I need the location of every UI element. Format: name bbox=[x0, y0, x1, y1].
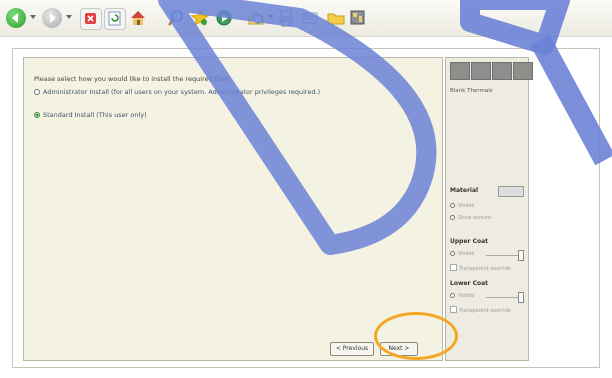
favorites-icon[interactable] bbox=[190, 8, 210, 28]
material-label: Material bbox=[450, 187, 479, 194]
admin-install-radio[interactable] bbox=[34, 89, 40, 95]
side-caption: Blank Thermals bbox=[450, 88, 493, 94]
install-options-panel: Please select how you would like to inst… bbox=[23, 57, 443, 361]
lower-visible-option[interactable]: Visible bbox=[450, 293, 474, 299]
upper-coat-slider[interactable] bbox=[486, 255, 522, 256]
settings-side-panel: Blank Thermals Material Visible Show tex… bbox=[445, 57, 533, 361]
history-icon[interactable] bbox=[246, 8, 266, 28]
history-dropdown-icon[interactable] bbox=[268, 15, 274, 19]
admin-install-option[interactable]: Administrator Install (for all users on … bbox=[34, 88, 320, 96]
annotation-ring bbox=[374, 312, 458, 360]
upper-transparent-option[interactable]: Transparent override bbox=[450, 264, 511, 272]
standard-install-label: Standard Install (This user only) bbox=[43, 111, 147, 119]
media-icon[interactable] bbox=[214, 8, 234, 28]
upper-visible-option[interactable]: Visible bbox=[450, 251, 474, 257]
lower-transparent-option[interactable]: Transparent override bbox=[450, 306, 511, 314]
upper-coat-label: Upper Coat bbox=[450, 238, 489, 245]
back-icon[interactable] bbox=[6, 8, 26, 28]
forward-dropdown-icon[interactable] bbox=[66, 15, 72, 19]
home-icon[interactable] bbox=[128, 8, 148, 28]
lower-coat-label: Lower Coat bbox=[450, 280, 489, 287]
swatch[interactable] bbox=[471, 62, 491, 80]
swatch[interactable] bbox=[450, 62, 470, 80]
lower-coat-slider-thumb[interactable] bbox=[518, 292, 524, 303]
installer-dialog: Please select how you would like to inst… bbox=[12, 48, 600, 368]
standard-install-radio[interactable] bbox=[34, 112, 40, 118]
material-select[interactable] bbox=[498, 186, 524, 197]
forward-icon[interactable] bbox=[42, 8, 62, 28]
print-icon[interactable] bbox=[276, 8, 296, 28]
folder-icon[interactable] bbox=[326, 8, 346, 28]
discuss-icon[interactable] bbox=[348, 8, 368, 28]
browser-toolbar bbox=[0, 0, 612, 37]
edit-icon[interactable] bbox=[300, 8, 320, 28]
search-icon[interactable] bbox=[166, 8, 186, 28]
material-option-visible[interactable]: Visible bbox=[450, 203, 474, 209]
stop-icon[interactable] bbox=[80, 8, 102, 30]
refresh-icon[interactable] bbox=[104, 8, 126, 30]
install-prompt: Please select how you would like to inst… bbox=[34, 75, 231, 83]
material-option-texture[interactable]: Show texture bbox=[450, 215, 491, 221]
swatch[interactable] bbox=[513, 62, 533, 80]
back-dropdown-icon[interactable] bbox=[30, 15, 36, 19]
swatch[interactable] bbox=[492, 62, 512, 80]
admin-install-label: Administrator Install (for all users on … bbox=[43, 88, 321, 96]
lower-coat-slider[interactable] bbox=[486, 297, 522, 298]
upper-coat-slider-thumb[interactable] bbox=[518, 250, 524, 261]
swatch-strip bbox=[450, 62, 533, 80]
previous-button[interactable]: < Previous bbox=[330, 342, 374, 356]
standard-install-option[interactable]: Standard Install (This user only) bbox=[34, 111, 147, 119]
